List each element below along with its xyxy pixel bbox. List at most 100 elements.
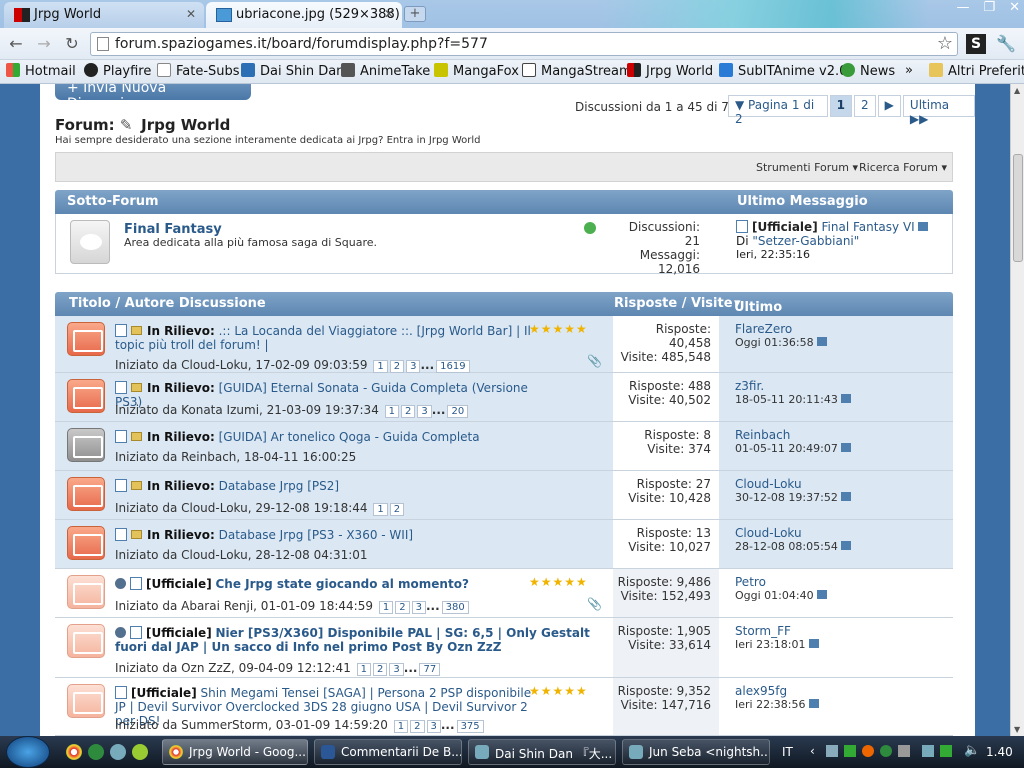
page-link[interactable]: 3 xyxy=(406,360,421,373)
chrome-icon[interactable] xyxy=(66,744,82,760)
messenger-icon[interactable] xyxy=(110,744,126,760)
page-link[interactable]: 2 xyxy=(410,720,425,733)
bookmark-subitanime[interactable]: SubITAnime v2.0 xyxy=(719,63,847,79)
bookmark-other-folder[interactable]: Altri Preferiti xyxy=(929,63,1024,79)
page-link[interactable]: 20 xyxy=(447,405,469,418)
page-2[interactable]: 2 xyxy=(854,95,876,117)
address-bar[interactable]: forum.spaziogames.it/board/forumdisplay.… xyxy=(90,32,958,56)
tab-image[interactable]: ubriacone.jpg (529×388) ✕ xyxy=(206,2,402,28)
page-link[interactable]: 2 xyxy=(389,503,405,516)
page-link[interactable]: 1 xyxy=(384,405,400,418)
bookmark-animetake[interactable]: AnimeTake xyxy=(341,63,430,79)
forum-tools-menu[interactable]: Strumenti Forum ▾ xyxy=(756,161,858,174)
go-to-post-icon[interactable] xyxy=(816,590,827,599)
go-to-post-icon[interactable] xyxy=(840,492,851,501)
last-post-author[interactable]: "Setzer-Gabbiani" xyxy=(752,234,859,248)
thread-link[interactable]: Database Jrpg [PS2] xyxy=(219,479,339,493)
taskbar-item-chrome[interactable]: Jrpg World - Goog... xyxy=(162,739,308,765)
next-page-button[interactable]: ▶ xyxy=(877,95,901,117)
bookmark-fate-subs[interactable]: Fate-Subs xyxy=(157,63,240,79)
go-to-post-icon[interactable] xyxy=(917,222,928,231)
new-tab-button[interactable]: + xyxy=(404,6,426,22)
last-post-user[interactable]: Petro xyxy=(735,575,766,589)
page-link[interactable]: 1 xyxy=(373,503,388,516)
close-tab-icon[interactable]: ✕ xyxy=(186,7,196,21)
page-link[interactable]: 375 xyxy=(456,720,484,733)
last-post-user[interactable]: Storm_FF xyxy=(735,624,791,638)
bookmark-hotmail[interactable]: Hotmail xyxy=(6,63,76,79)
page-link[interactable]: 1 xyxy=(378,601,394,614)
close-tab-icon[interactable]: ✕ xyxy=(384,7,394,21)
new-thread-button[interactable]: + Invia Nuova Discussione xyxy=(55,84,251,112)
last-page-button[interactable]: Ultima ▶▶ xyxy=(902,95,975,126)
page-link[interactable]: 3 xyxy=(426,720,441,733)
thread-link[interactable]: [GUIDA] Ar tonelico Qoga - Guida Complet… xyxy=(219,430,480,444)
page-link[interactable]: 1 xyxy=(393,720,409,733)
page-link[interactable]: 2 xyxy=(389,360,405,373)
page-link[interactable]: 380 xyxy=(441,601,469,614)
start-button[interactable] xyxy=(6,736,50,768)
scroll-down-icon[interactable]: ▼ xyxy=(1014,725,1020,734)
taskbar-item-word[interactable]: Commentarii De B... xyxy=(314,739,462,765)
bookmark-dai-shin-dan[interactable]: Dai Shin Dan xyxy=(241,63,344,79)
scroll-up-icon[interactable]: ▲ xyxy=(1014,86,1020,95)
bookmark-playfire[interactable]: Playfire xyxy=(84,63,151,79)
tray-app-icon[interactable] xyxy=(844,745,856,757)
page-link[interactable]: 1 xyxy=(356,663,372,676)
forward-icon[interactable]: → xyxy=(34,34,54,54)
volume-icon[interactable]: 🔈 xyxy=(964,743,980,758)
go-to-post-icon[interactable] xyxy=(840,443,851,452)
maximize-icon[interactable]: ❐ xyxy=(983,0,995,18)
bookmark-mangastream[interactable]: MangaStream xyxy=(522,63,632,79)
messenger-icon[interactable] xyxy=(922,745,934,757)
language-indicator[interactable]: IT xyxy=(782,745,793,759)
tab-jrpg-world[interactable]: Jrpg World ✕ xyxy=(4,2,204,28)
page-link[interactable]: 3 xyxy=(389,663,404,676)
thread-link[interactable]: Database Jrpg [PS3 - X360 - WII] xyxy=(219,528,413,542)
show-hidden-icons[interactable]: ‹ xyxy=(810,744,815,758)
clock[interactable]: 1.40 xyxy=(986,745,1013,759)
bookmarks-more-chevron[interactable]: » xyxy=(905,63,913,78)
page-link[interactable]: 2 xyxy=(373,663,388,676)
page-link[interactable]: 77 xyxy=(419,663,441,676)
go-to-post-icon[interactable] xyxy=(840,541,851,550)
last-post-user[interactable]: alex95fg xyxy=(735,684,787,698)
page-link[interactable]: 2 xyxy=(395,601,410,614)
go-to-post-icon[interactable] xyxy=(816,337,827,346)
search-forum-menu[interactable]: Ricerca Forum ▾ xyxy=(859,161,947,174)
bookmark-mangafox[interactable]: MangaFox xyxy=(434,63,519,79)
wrench-icon[interactable]: 🔧 xyxy=(996,34,1016,54)
taskbar-item-messenger-1[interactable]: Dai Shin Dan 『大... xyxy=(468,739,616,765)
bookmark-news[interactable]: News xyxy=(841,63,895,79)
page-link[interactable]: 3 xyxy=(417,405,432,418)
tray-app-icon[interactable] xyxy=(940,745,952,757)
subforum-link[interactable]: Final Fantasy xyxy=(124,222,222,237)
go-to-post-icon[interactable] xyxy=(808,699,819,708)
tray-app-icon[interactable] xyxy=(862,745,874,757)
last-post-user[interactable]: Cloud-Loku xyxy=(735,477,802,491)
utorrent-icon[interactable] xyxy=(880,745,892,757)
minimize-icon[interactable]: — xyxy=(956,0,969,18)
page-1[interactable]: 1 xyxy=(829,95,853,117)
close-window-icon[interactable]: ✕ xyxy=(1009,0,1020,18)
scrollbar-thumb[interactable] xyxy=(1013,154,1023,262)
page-link[interactable]: 3 xyxy=(411,601,426,614)
app-icon[interactable] xyxy=(132,744,148,760)
reload-icon[interactable]: ↻ xyxy=(62,34,82,54)
network-icon[interactable] xyxy=(826,745,838,757)
last-post-user[interactable]: Cloud-Loku xyxy=(735,526,802,540)
last-post-user[interactable]: Reinbach xyxy=(735,428,790,442)
display-icon[interactable] xyxy=(898,745,910,757)
page-link[interactable]: 1619 xyxy=(436,360,470,373)
extension-s-icon[interactable]: S xyxy=(966,34,986,54)
page-jump-dropdown[interactable]: ▼ Pagina 1 di 2 xyxy=(728,95,828,126)
taskbar-item-messenger-2[interactable]: Jun Seba <nightsh... xyxy=(622,739,770,765)
last-post-user[interactable]: z3fir. xyxy=(735,379,764,393)
last-post-link[interactable]: Final Fantasy VI xyxy=(822,220,915,234)
thread-link[interactable]: Che Jrpg state giocando al momento? xyxy=(216,577,469,591)
bookmark-star-icon[interactable]: ☆ xyxy=(937,33,953,54)
go-to-post-icon[interactable] xyxy=(808,639,819,648)
go-to-post-icon[interactable] xyxy=(840,394,851,403)
sort-last-post[interactable]: Ultimo Messaggio Di ▾ xyxy=(734,296,812,345)
last-post-user[interactable]: FlareZero xyxy=(735,322,792,336)
